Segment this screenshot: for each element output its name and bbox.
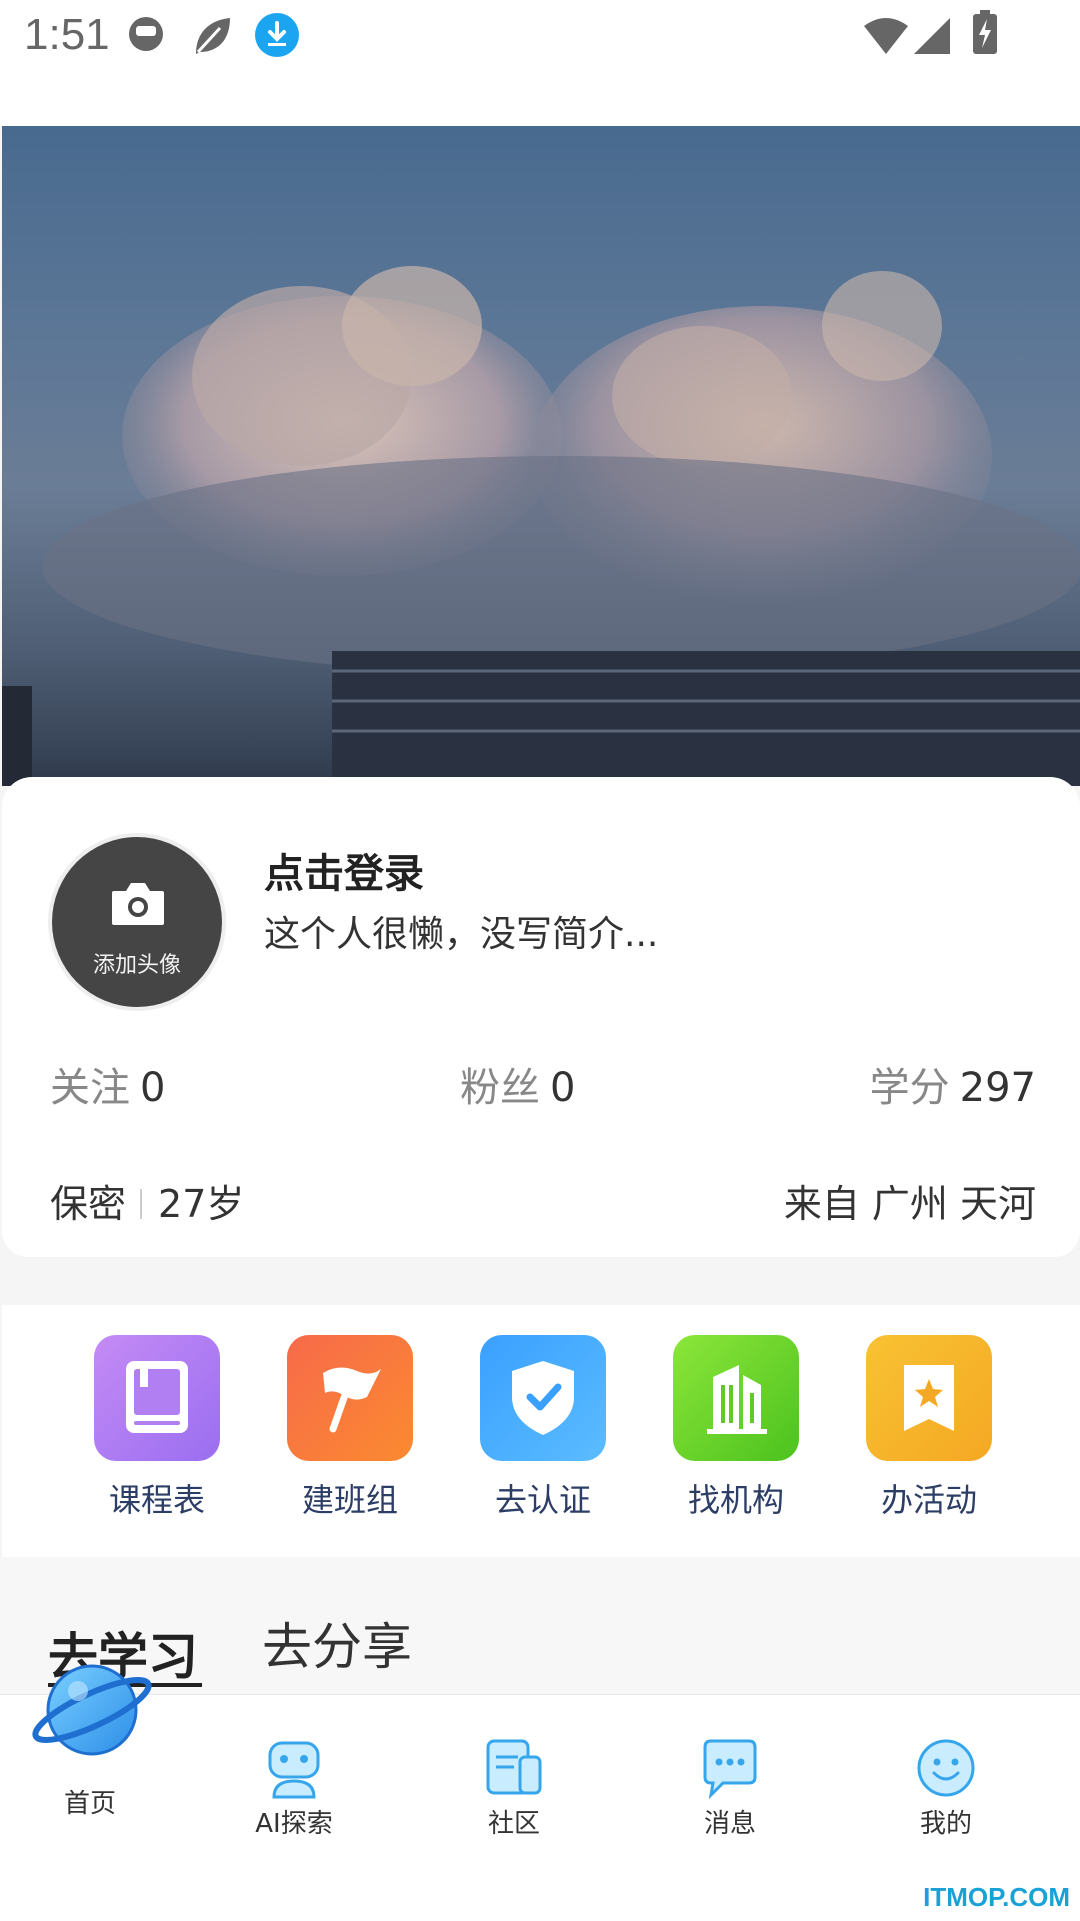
nav-label: 首页 xyxy=(63,1789,116,1819)
building-icon xyxy=(673,1335,799,1461)
watermark: ITMOP.COM xyxy=(923,1882,1070,1912)
stat-value: 0 xyxy=(140,1065,166,1111)
download-icon xyxy=(255,13,299,57)
cover-image[interactable] xyxy=(2,126,1080,786)
nav-label: 消息 xyxy=(703,1809,756,1839)
action-label: 找机构 xyxy=(687,1481,784,1519)
action-create-class[interactable]: 建班组 xyxy=(285,1335,415,1521)
location-text: 来自 广州 天河 xyxy=(783,1182,1036,1226)
gender-text: 保密 xyxy=(50,1182,127,1226)
bio-text: 这个人很懒，没写简介... xyxy=(264,914,659,955)
action-label: 建班组 xyxy=(301,1481,398,1519)
dnd-icon xyxy=(129,17,163,51)
nav-messages[interactable]: 消息 xyxy=(684,1737,776,1840)
nav-label: 社区 xyxy=(487,1809,540,1839)
quick-actions: 课程表 建班组 去认证 找机构 办活动 xyxy=(2,1305,1080,1557)
planet-icon xyxy=(32,1664,152,1756)
signal-icon xyxy=(914,18,950,54)
leaf-icon xyxy=(196,18,230,54)
bookmark-star-icon xyxy=(866,1335,992,1461)
battery-charging-icon xyxy=(973,10,997,54)
action-verify[interactable]: 去认证 xyxy=(478,1335,608,1521)
nav-label: AI探索 xyxy=(255,1809,333,1839)
robot-icon xyxy=(268,1741,320,1799)
fans-stat[interactable]: 粉丝 0 xyxy=(460,1055,575,1113)
nav-home[interactable]: 首页 xyxy=(30,1655,152,1820)
chat-icon xyxy=(703,1739,757,1800)
bottom-nav: 首页 AI探索 社区 消息 我的 ITMOP.COM xyxy=(0,1664,1080,1921)
status-time: 1:51 xyxy=(24,10,110,59)
divider xyxy=(140,1189,143,1219)
community-icon xyxy=(486,1739,542,1795)
camera-icon xyxy=(112,883,164,925)
content-tabs: 去学习 去分享 xyxy=(0,1557,1080,1697)
book-icon xyxy=(94,1335,220,1461)
wifi-icon xyxy=(864,18,908,54)
action-host-event[interactable]: 办活动 xyxy=(864,1335,994,1521)
action-label: 去认证 xyxy=(494,1481,591,1519)
stat-label: 粉丝 xyxy=(460,1065,540,1111)
stat-value: 0 xyxy=(550,1065,576,1111)
gender-age: 保密 27岁 xyxy=(50,1173,244,1228)
action-schedule[interactable]: 课程表 xyxy=(92,1335,222,1521)
action-label: 课程表 xyxy=(108,1481,205,1519)
stat-value: 297 xyxy=(959,1065,1036,1111)
age-text: 27岁 xyxy=(158,1182,245,1226)
status-bar: 1:51 xyxy=(0,0,1080,126)
shield-check-icon xyxy=(480,1335,606,1461)
nav-community[interactable]: 社区 xyxy=(468,1737,560,1840)
avatar-label: 添加头像 xyxy=(92,953,181,978)
stat-label: 关注 xyxy=(50,1065,130,1111)
following-stat[interactable]: 关注 0 xyxy=(50,1055,165,1113)
cover-photo xyxy=(2,266,1080,786)
action-label: 办活动 xyxy=(880,1481,977,1519)
nav-ai-explore[interactable]: AI探索 xyxy=(248,1737,340,1840)
nav-label: 我的 xyxy=(919,1809,972,1839)
login-link[interactable]: 点击登录 xyxy=(264,841,424,899)
profile-card: 添加头像 点击登录 这个人很懒，没写简介... 关注 0 粉丝 0 学分 297 保密… xyxy=(2,777,1080,1257)
action-find-institution[interactable]: 找机构 xyxy=(671,1335,801,1521)
flag-icon xyxy=(287,1335,413,1461)
stat-label: 学分 xyxy=(869,1065,950,1111)
tab-share[interactable]: 去分享 xyxy=(262,1607,412,1679)
credits-stat[interactable]: 学分 297 xyxy=(870,1055,1036,1113)
avatar-upload-button[interactable]: 添加头像 xyxy=(52,837,222,1007)
smile-icon xyxy=(917,1739,975,1797)
nav-profile[interactable]: 我的 xyxy=(900,1737,992,1840)
